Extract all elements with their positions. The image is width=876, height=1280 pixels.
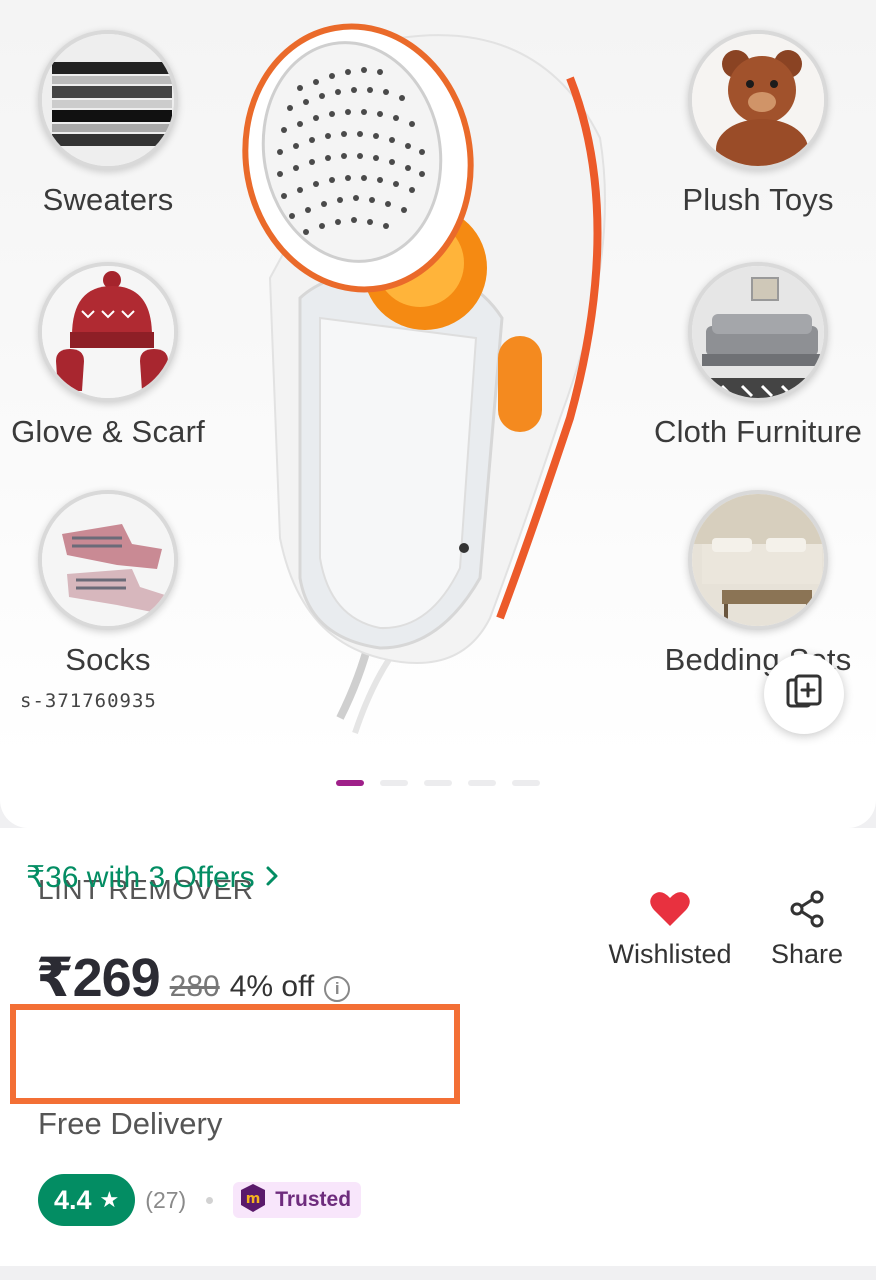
socks-thumbnail bbox=[38, 490, 178, 630]
gallery-dot[interactable] bbox=[336, 780, 364, 786]
gallery-expand-button[interactable] bbox=[764, 654, 844, 734]
gallery-dot[interactable] bbox=[512, 780, 540, 786]
category-label: Cloth Furniture bbox=[653, 414, 863, 449]
product-image-card: Sweaters Glove & Scarf Socks Plush Toys … bbox=[0, 0, 876, 828]
rating-row: 4.4 ★ (27) m Trusted bbox=[38, 1174, 362, 1226]
category-label: Sweaters bbox=[42, 182, 174, 217]
svg-text:m: m bbox=[246, 1191, 261, 1207]
price-row: ₹269 280 4% off i bbox=[36, 946, 351, 1009]
rating-count: (27) bbox=[145, 1186, 187, 1213]
offers-label: ₹36 with 3 Offers bbox=[26, 861, 255, 894]
share-button[interactable]: Share bbox=[762, 890, 852, 970]
share-icon bbox=[788, 890, 826, 932]
gallery-dot[interactable] bbox=[380, 780, 408, 786]
category-label: Bedding Sets bbox=[664, 642, 852, 677]
gallery-dot[interactable] bbox=[468, 780, 496, 786]
category-label: Socks bbox=[65, 642, 151, 677]
gallery-pagination bbox=[0, 780, 876, 786]
rating-value: 4.4 bbox=[54, 1184, 92, 1215]
trusted-label: Trusted bbox=[275, 1188, 352, 1211]
glove-scarf-thumbnail bbox=[38, 262, 178, 402]
sweaters-thumbnail bbox=[38, 30, 178, 170]
separator-dot bbox=[206, 1196, 214, 1204]
category-bedding-sets: Bedding Sets bbox=[638, 490, 876, 678]
heart-icon bbox=[649, 892, 691, 932]
image-watermark: s-371760935 bbox=[20, 690, 157, 712]
info-icon[interactable]: i bbox=[324, 976, 351, 1002]
category-cloth-furniture: Cloth Furniture bbox=[638, 262, 876, 450]
section-divider bbox=[0, 1266, 876, 1280]
category-socks: Socks bbox=[0, 490, 228, 678]
selling-price: ₹269 bbox=[36, 948, 161, 1008]
cloth-furniture-thumbnail bbox=[688, 262, 828, 402]
wishlist-button[interactable]: Wishlisted bbox=[598, 890, 742, 970]
plush-toys-thumbnail bbox=[688, 30, 828, 170]
gallery-dot[interactable] bbox=[424, 780, 452, 786]
share-label: Share bbox=[770, 939, 844, 969]
product-info-section: LINT REMOVER ₹269 280 4% off i ₹36 with … bbox=[0, 828, 876, 1266]
trusted-logo-icon: m bbox=[239, 1183, 267, 1218]
category-label: Plush Toys bbox=[682, 182, 834, 217]
wishlist-label: Wishlisted bbox=[608, 939, 732, 969]
discount-percent: 4% off bbox=[229, 970, 315, 1003]
product-image-gallery[interactable]: Sweaters Glove & Scarf Socks Plush Toys … bbox=[0, 0, 876, 760]
delivery-info: Free Delivery bbox=[38, 1106, 223, 1141]
category-plush-toys: Plush Toys bbox=[638, 30, 876, 218]
original-price: 280 bbox=[169, 970, 220, 1003]
category-glove-scarf: Glove & Scarf bbox=[0, 262, 228, 450]
star-icon: ★ bbox=[99, 1187, 120, 1212]
gallery-expand-icon bbox=[784, 672, 824, 717]
offers-highlight-box bbox=[10, 1004, 460, 1104]
chevron-right-icon bbox=[265, 861, 279, 895]
rating-badge[interactable]: 4.4 ★ bbox=[38, 1174, 136, 1226]
bedding-sets-thumbnail bbox=[688, 490, 828, 630]
category-sweaters: Sweaters bbox=[0, 30, 228, 218]
category-label: Glove & Scarf bbox=[11, 414, 205, 449]
trusted-badge[interactable]: m Trusted bbox=[233, 1182, 362, 1218]
lint-remover-product-image bbox=[240, 18, 630, 738]
offers-link[interactable]: ₹36 with 3 Offers bbox=[26, 860, 279, 895]
